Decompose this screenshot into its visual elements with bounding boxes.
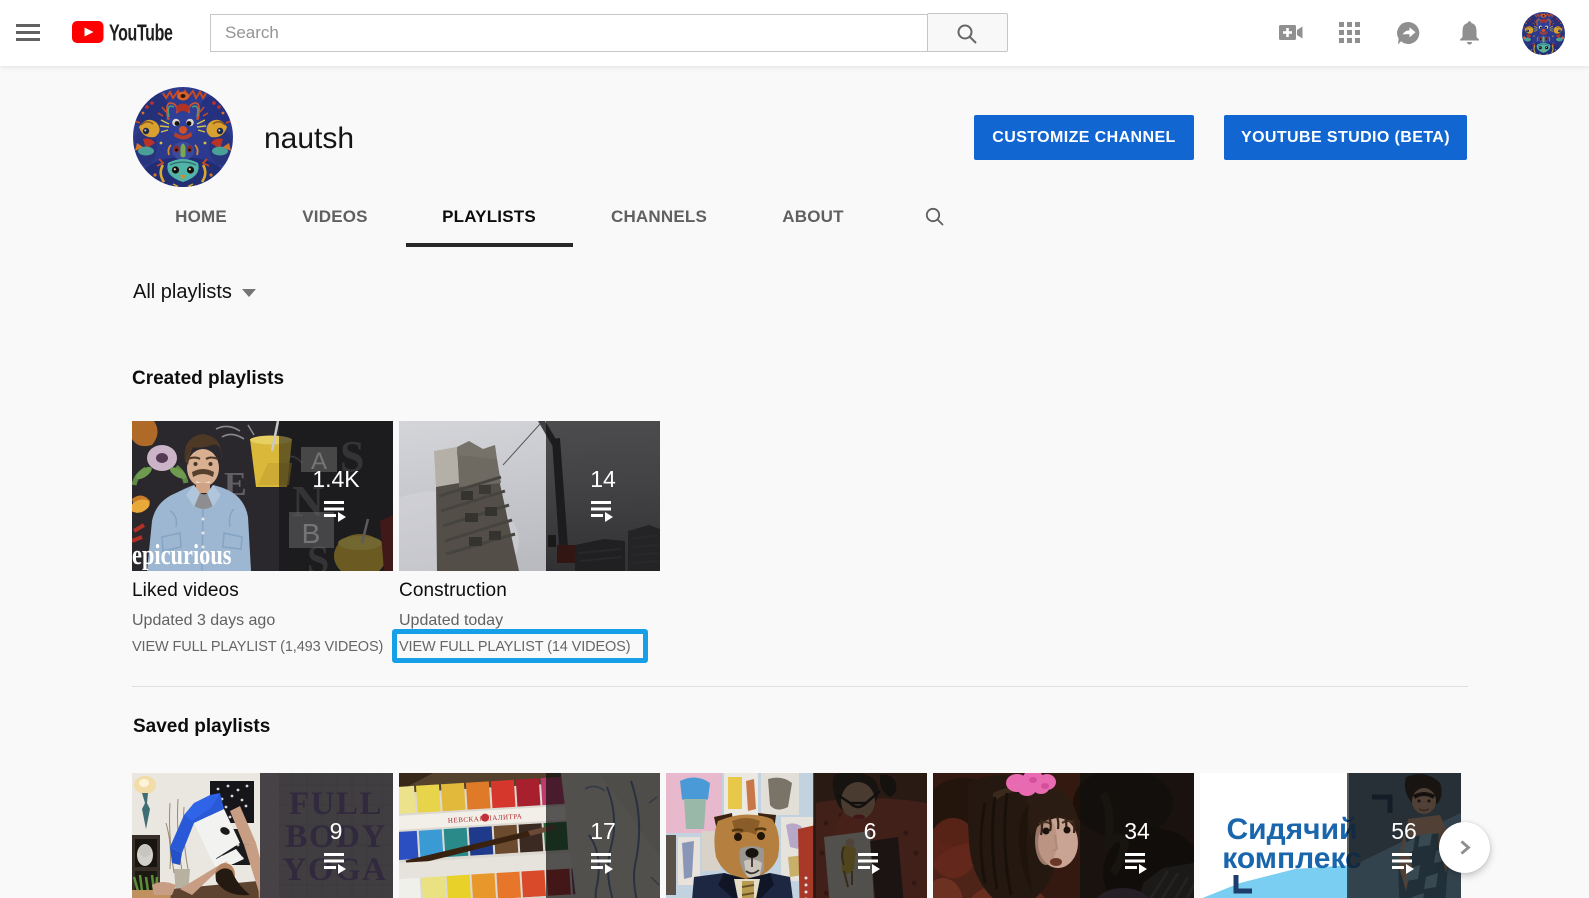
svg-text:epicurious: epicurious (132, 540, 232, 571)
svg-text:комплекс: комплекс (1222, 842, 1362, 875)
svg-text:YouTube: YouTube (109, 21, 173, 43)
